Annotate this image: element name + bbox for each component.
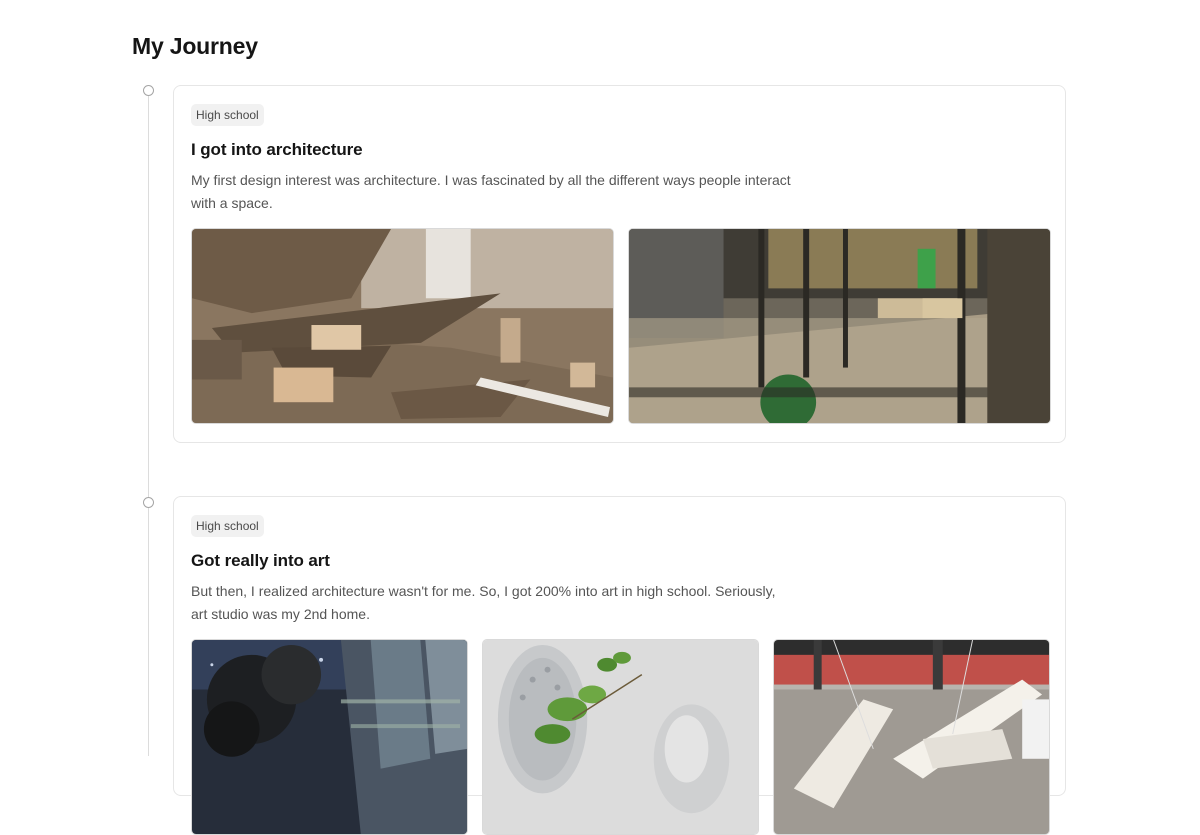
period-tag: High school bbox=[191, 104, 264, 126]
architecture-model-photo[interactable] bbox=[191, 228, 614, 424]
night-city-painting-photo[interactable] bbox=[191, 639, 468, 835]
white-sculpture-photo[interactable] bbox=[773, 639, 1050, 835]
plant-sculpture-photo[interactable] bbox=[482, 639, 759, 835]
timeline-card: High school Got really into art But then… bbox=[173, 496, 1066, 835]
timeline-card: High school I got into architecture My f… bbox=[173, 85, 1066, 443]
card-description: But then, I realized architecture wasn't… bbox=[191, 583, 776, 622]
plant-sculpture-image bbox=[483, 640, 758, 834]
timeline-line bbox=[148, 96, 149, 756]
white-sculpture-image bbox=[774, 640, 1049, 834]
timeline-dot bbox=[143, 85, 154, 96]
timeline-dot bbox=[143, 497, 154, 508]
night-city-painting-image bbox=[192, 640, 467, 834]
card-title: I got into architecture bbox=[191, 140, 363, 159]
card-title: Got really into art bbox=[191, 551, 330, 570]
architecture-model-image bbox=[192, 229, 613, 423]
card-description: My first design interest was architectur… bbox=[191, 172, 791, 211]
interior-model-image bbox=[629, 229, 1050, 423]
period-tag: High school bbox=[191, 515, 264, 537]
page-title: My Journey bbox=[132, 33, 258, 59]
interior-model-photo[interactable] bbox=[628, 228, 1051, 424]
